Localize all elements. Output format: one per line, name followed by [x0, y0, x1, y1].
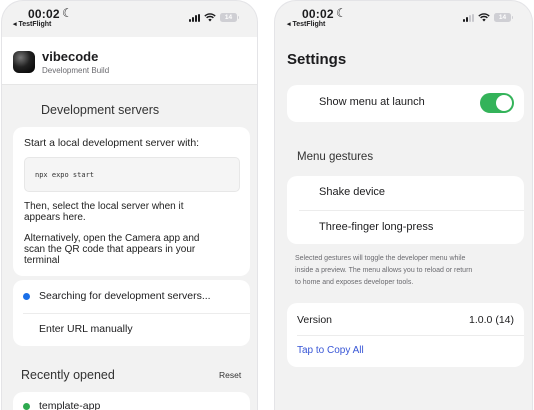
copy-all-link[interactable]: Tap to Copy All	[297, 345, 364, 356]
divider	[297, 335, 524, 336]
back-to-testflight[interactable]: ◂ TestFlight	[287, 20, 325, 28]
dev-launcher-screen: 00:02 ☾ ◂ TestFlight 14 vibecode Develop…	[1, 0, 258, 410]
dev-servers-info-card: Start a local development server with: n…	[13, 127, 250, 276]
show-menu-label: Show menu at launch	[319, 96, 425, 108]
recent-item[interactable]: template-app	[13, 392, 250, 410]
signal-icon	[463, 13, 474, 22]
back-to-testflight[interactable]: ◂ TestFlight	[13, 20, 51, 28]
battery-icon: 14	[494, 13, 513, 22]
settings-screen: 00:02 ☾ ◂ TestFlight 14 Settings Show me…	[274, 0, 533, 410]
moon-icon: ☾	[336, 6, 347, 20]
gestures-note-2: inside a preview. The menu allows you to…	[295, 267, 473, 274]
toggle-knob	[496, 95, 512, 111]
show-menu-toggle[interactable]	[480, 93, 514, 113]
app-logo	[13, 51, 35, 73]
gestures-card: Shake device Three-finger long-press	[287, 176, 524, 244]
gesture-shake[interactable]: Shake device	[287, 176, 524, 210]
then-text-2: appears here.	[24, 212, 86, 223]
status-icons: 14	[463, 13, 513, 22]
battery-icon: 14	[220, 13, 239, 22]
moon-icon: ☾	[62, 6, 73, 20]
status-time: 00:02	[302, 7, 334, 21]
then-text-1: Then, select the local server when it	[24, 201, 184, 212]
app-header: vibecode Development Build	[2, 37, 257, 85]
version-card: Version 1.0.0 (14) Tap to Copy All	[287, 303, 524, 367]
enter-url-button[interactable]: Enter URL manually	[13, 314, 250, 346]
gestures-title: Menu gestures	[297, 151, 374, 163]
status-time: 00:02	[28, 7, 60, 21]
recent-item-label: template-app	[39, 400, 101, 410]
dev-servers-title: Development servers	[41, 103, 160, 117]
status-icons: 14	[189, 13, 239, 22]
app-subtitle: Development Build	[42, 66, 110, 75]
running-indicator	[23, 403, 30, 410]
gesture-shake-label: Shake device	[319, 186, 386, 198]
alt-text-2: scan the QR code that appears in your	[24, 244, 196, 255]
battery-level: 14	[224, 14, 233, 21]
reset-button[interactable]: Reset	[219, 370, 241, 380]
gestures-note-3: to home and exposes developer tools.	[295, 279, 414, 286]
page-title: Settings	[287, 51, 347, 68]
enter-url-label: Enter URL manually	[39, 323, 133, 335]
app-name: vibecode	[42, 49, 99, 64]
battery-level: 14	[498, 14, 507, 21]
gesture-three-finger-label: Three-finger long-press	[319, 221, 434, 233]
version-value: 1.0.0 (14)	[469, 314, 514, 326]
show-menu-row: Show menu at launch	[287, 85, 524, 122]
version-label: Version	[297, 314, 333, 326]
gesture-three-finger[interactable]: Three-finger long-press	[287, 211, 524, 244]
command-text: npx expo start	[35, 171, 95, 179]
intro-text: Start a local development server with:	[24, 137, 200, 149]
alt-text-3: terminal	[24, 255, 60, 266]
wifi-icon	[204, 13, 216, 22]
alt-text-1: Alternatively, open the Camera app and	[24, 233, 200, 244]
searching-indicator	[23, 293, 30, 300]
wifi-icon	[478, 13, 490, 22]
server-actions-card: Searching for development servers... Ent…	[13, 280, 250, 346]
searching-row: Searching for development servers...	[13, 280, 250, 313]
signal-icon	[189, 13, 200, 22]
searching-text: Searching for development servers...	[39, 290, 211, 302]
gestures-note-1: Selected gestures will toggle the develo…	[295, 255, 466, 262]
command-box: npx expo start	[24, 157, 240, 192]
recent-title: Recently opened	[21, 368, 115, 382]
